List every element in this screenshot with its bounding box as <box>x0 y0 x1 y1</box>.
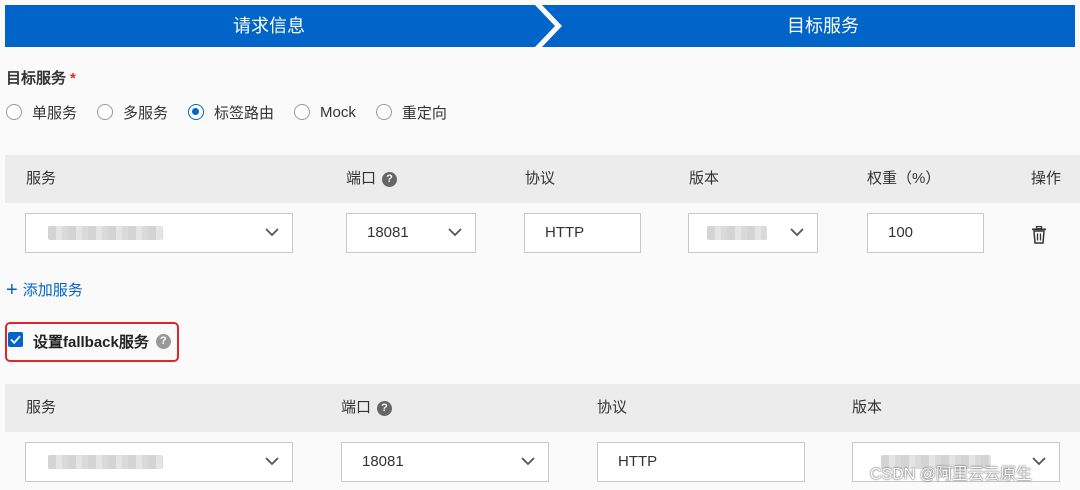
version-select[interactable] <box>688 213 818 253</box>
protocol-field[interactable]: HTTP <box>524 213 641 253</box>
port-value: 18081 <box>367 224 409 241</box>
header-port: 端口 ? <box>341 384 393 432</box>
protocol-value: HTTP <box>545 224 585 241</box>
header-protocol: 协议 <box>597 399 628 416</box>
header-port-text: 端口 <box>341 399 372 416</box>
trash-icon[interactable] <box>1031 226 1047 244</box>
header-version: 版本 <box>689 170 720 187</box>
chevron-down-icon <box>790 228 804 237</box>
fallback-label[interactable]: 设置fallback服务 ? <box>33 331 171 352</box>
step-target-service[interactable]: 目标服务 <box>787 5 859 47</box>
radio-multi-service[interactable]: 多服务 <box>97 102 168 123</box>
step-request-info[interactable]: 请求信息 <box>233 5 305 47</box>
header-port: 端口 ? <box>346 155 398 203</box>
steps-background <box>5 5 1075 47</box>
redacted-version <box>707 226 767 240</box>
weight-input[interactable]: 100 <box>867 213 984 253</box>
chevron-down-icon <box>521 457 535 466</box>
radio-circle-checked[interactable] <box>188 104 205 120</box>
target-service-radio-group: 单服务 多服务 标签路由 Mock 重定向 <box>6 101 447 123</box>
radio-label: Mock <box>320 103 356 121</box>
fallback-port-select[interactable]: 18081 <box>341 442 549 482</box>
fallback-checkbox[interactable] <box>8 332 23 347</box>
header-weight: 权重（%） <box>867 170 941 187</box>
chevron-down-icon <box>265 457 279 466</box>
header-port-text: 端口 <box>346 170 377 187</box>
radio-label: 多服务 <box>123 104 169 122</box>
steps-bar: 请求信息 目标服务 <box>5 5 1075 47</box>
redacted-service-name <box>48 455 163 469</box>
chevron-down-icon <box>1032 457 1046 466</box>
help-icon[interactable]: ? <box>377 400 393 416</box>
checkmark-icon <box>10 335 21 345</box>
radio-redirect[interactable]: 重定向 <box>375 102 447 123</box>
header-protocol: 协议 <box>525 170 556 187</box>
fallback-table-header: 服务 端口 ? 协议 版本 <box>5 384 1080 432</box>
target-service-label-text: 目标服务 <box>6 70 67 87</box>
radio-label: 单服务 <box>32 104 78 122</box>
help-icon[interactable]: ? <box>155 334 171 349</box>
plus-icon: + <box>6 278 18 301</box>
radio-label: 标签路由 <box>214 104 275 122</box>
radio-mock[interactable]: Mock <box>294 104 356 121</box>
chevron-down-icon <box>448 228 462 237</box>
port-select[interactable]: 18081 <box>346 213 476 253</box>
protocol-value: HTTP <box>618 453 658 470</box>
service-table-header: 服务 端口 ? 协议 版本 权重（%） 操作 <box>5 155 1080 203</box>
weight-value: 100 <box>888 224 914 241</box>
watermark: CSDN @阿里云云原生 <box>870 466 1033 483</box>
redacted-service-name <box>48 226 163 240</box>
help-icon[interactable]: ? <box>382 171 398 187</box>
radio-circle[interactable] <box>294 104 311 120</box>
radio-label: 重定向 <box>401 104 447 122</box>
radio-tag-routing[interactable]: 标签路由 <box>188 102 274 123</box>
radio-circle[interactable] <box>375 104 392 120</box>
chevron-down-icon <box>265 228 279 237</box>
header-service: 服务 <box>26 399 57 416</box>
header-version: 版本 <box>852 399 883 416</box>
header-action: 操作 <box>1031 170 1062 187</box>
add-service-label: 添加服务 <box>22 282 83 299</box>
add-service-link[interactable]: + 添加服务 <box>6 279 83 300</box>
header-service: 服务 <box>26 170 57 187</box>
radio-circle[interactable] <box>97 104 114 120</box>
service-select[interactable] <box>25 213 293 253</box>
port-value: 18081 <box>362 453 404 470</box>
fallback-protocol-field[interactable]: HTTP <box>597 442 805 482</box>
fallback-label-text: 设置fallback服务 <box>33 334 149 351</box>
fallback-service-select[interactable] <box>25 442 293 482</box>
radio-single-service[interactable]: 单服务 <box>6 102 77 123</box>
radio-circle[interactable] <box>6 104 22 120</box>
target-service-label: 目标服务 * <box>6 67 76 88</box>
required-mark: * <box>70 70 76 87</box>
